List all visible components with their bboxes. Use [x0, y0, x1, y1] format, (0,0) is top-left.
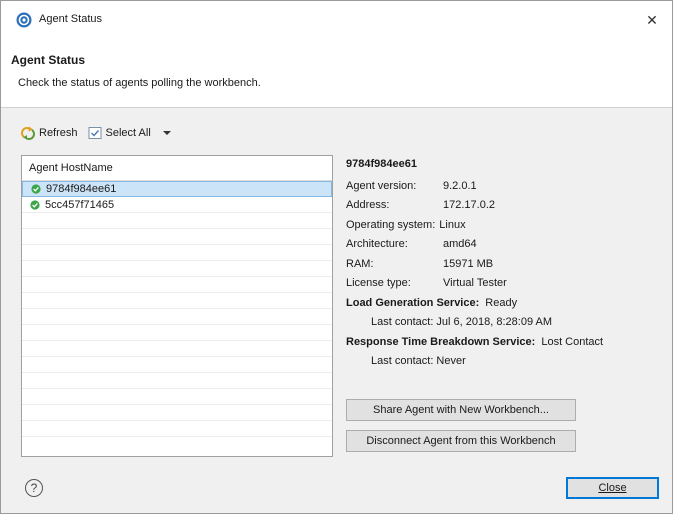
list-item: [22, 389, 332, 405]
detail-label: License type:: [346, 277, 411, 290]
app-logo-icon: [16, 12, 32, 28]
agent-row-1[interactable]: 9784f984ee61: [22, 181, 332, 197]
close-button[interactable]: Close: [566, 477, 659, 499]
list-item: [22, 261, 332, 277]
detail-address: Address: 172.17.0.2: [346, 196, 661, 216]
column-header-agent-hostname[interactable]: Agent HostName: [22, 156, 332, 181]
help-icon[interactable]: ?: [25, 479, 43, 497]
detail-label: RAM:: [346, 257, 374, 270]
close-button-label: Close: [598, 482, 627, 494]
agent-status-dialog: Agent Status ✕ Agent Status Check the st…: [0, 0, 673, 514]
detail-label: Architecture:: [346, 238, 408, 251]
detail-license-type: License type: Virtual Tester: [346, 274, 661, 294]
dialog-header: Agent Status Check the status of agents …: [1, 39, 672, 108]
detail-value: 172.17.0.2: [443, 199, 495, 212]
toolbar: Refresh Select All: [21, 123, 171, 143]
detail-label: Address:: [346, 199, 390, 212]
list-item: [22, 309, 332, 325]
refresh-label: Refresh: [39, 127, 78, 139]
service-status: Ready: [485, 296, 518, 309]
window-title: Agent Status: [39, 13, 102, 25]
detail-ram: RAM: 15971 MB: [346, 254, 661, 274]
disconnect-agent-button[interactable]: Disconnect Agent from this Workbench: [346, 430, 576, 452]
agent-hostname: 9784f984ee61: [46, 183, 117, 195]
list-item: [22, 357, 332, 373]
detail-value: 15971 MB: [443, 257, 494, 270]
agent-details-hostname: 9784f984ee61: [346, 158, 417, 170]
agent-list[interactable]: Agent HostName 9784f984ee61 5cc457f71465: [21, 155, 333, 457]
detail-operating-system: Operating system: Linux: [346, 215, 661, 235]
detail-label: Operating system:: [346, 218, 436, 231]
list-item: [22, 373, 332, 389]
detail-value: Virtual Tester: [443, 277, 507, 290]
list-item: [22, 229, 332, 245]
detail-architecture: Architecture: amd64: [346, 235, 661, 255]
list-item: [22, 325, 332, 341]
refresh-icon: [21, 126, 35, 140]
close-icon: ✕: [646, 11, 658, 28]
service-label: Load Generation Service:: [346, 296, 480, 309]
list-item: [22, 277, 332, 293]
detail-value: 9.2.0.1: [443, 179, 477, 192]
service-status: Lost Contact: [541, 335, 604, 348]
agent-hostname: 5cc457f71465: [45, 198, 115, 211]
agent-row-2[interactable]: 5cc457f71465: [22, 197, 332, 213]
response-time-last-contact: Last contact: Never: [371, 355, 466, 368]
response-time-service-status: Response Time Breakdown Service: Lost Co…: [346, 332, 661, 352]
close-window-button[interactable]: ✕: [642, 10, 662, 30]
load-generation-last-contact: Last contact: Jul 6, 2018, 8:28:09 AM: [371, 316, 553, 329]
agent-details-panel: 9784f984ee61 Agent version: 9.2.0.1 Addr…: [346, 158, 661, 371]
chevron-down-icon[interactable]: [162, 131, 171, 135]
list-item: [22, 405, 332, 421]
page-description: Check the status of agents polling the w…: [18, 77, 261, 89]
load-generation-service-status: Load Generation Service: Ready: [346, 293, 661, 313]
service-label: Response Time Breakdown Service:: [346, 335, 536, 348]
page-title: Agent Status: [11, 53, 86, 67]
list-item: [22, 341, 332, 357]
detail-agent-version: Agent version: 9.2.0.1: [346, 176, 661, 196]
list-item: [22, 213, 332, 229]
share-agent-button[interactable]: Share Agent with New Workbench...: [346, 399, 576, 421]
select-all-icon: [88, 127, 102, 139]
list-item: [22, 421, 332, 437]
detail-value: Linux: [439, 218, 466, 231]
list-item: [22, 293, 332, 309]
refresh-button[interactable]: Refresh: [21, 126, 78, 140]
detail-label: Agent version:: [346, 179, 417, 192]
detail-value: amd64: [443, 238, 477, 251]
title-bar: Agent Status ✕: [1, 1, 672, 39]
green-check-icon: [31, 184, 41, 194]
select-all-button[interactable]: Select All: [88, 126, 151, 140]
select-all-label: Select All: [105, 127, 151, 139]
list-item: [22, 245, 332, 261]
green-check-icon: [30, 199, 40, 210]
